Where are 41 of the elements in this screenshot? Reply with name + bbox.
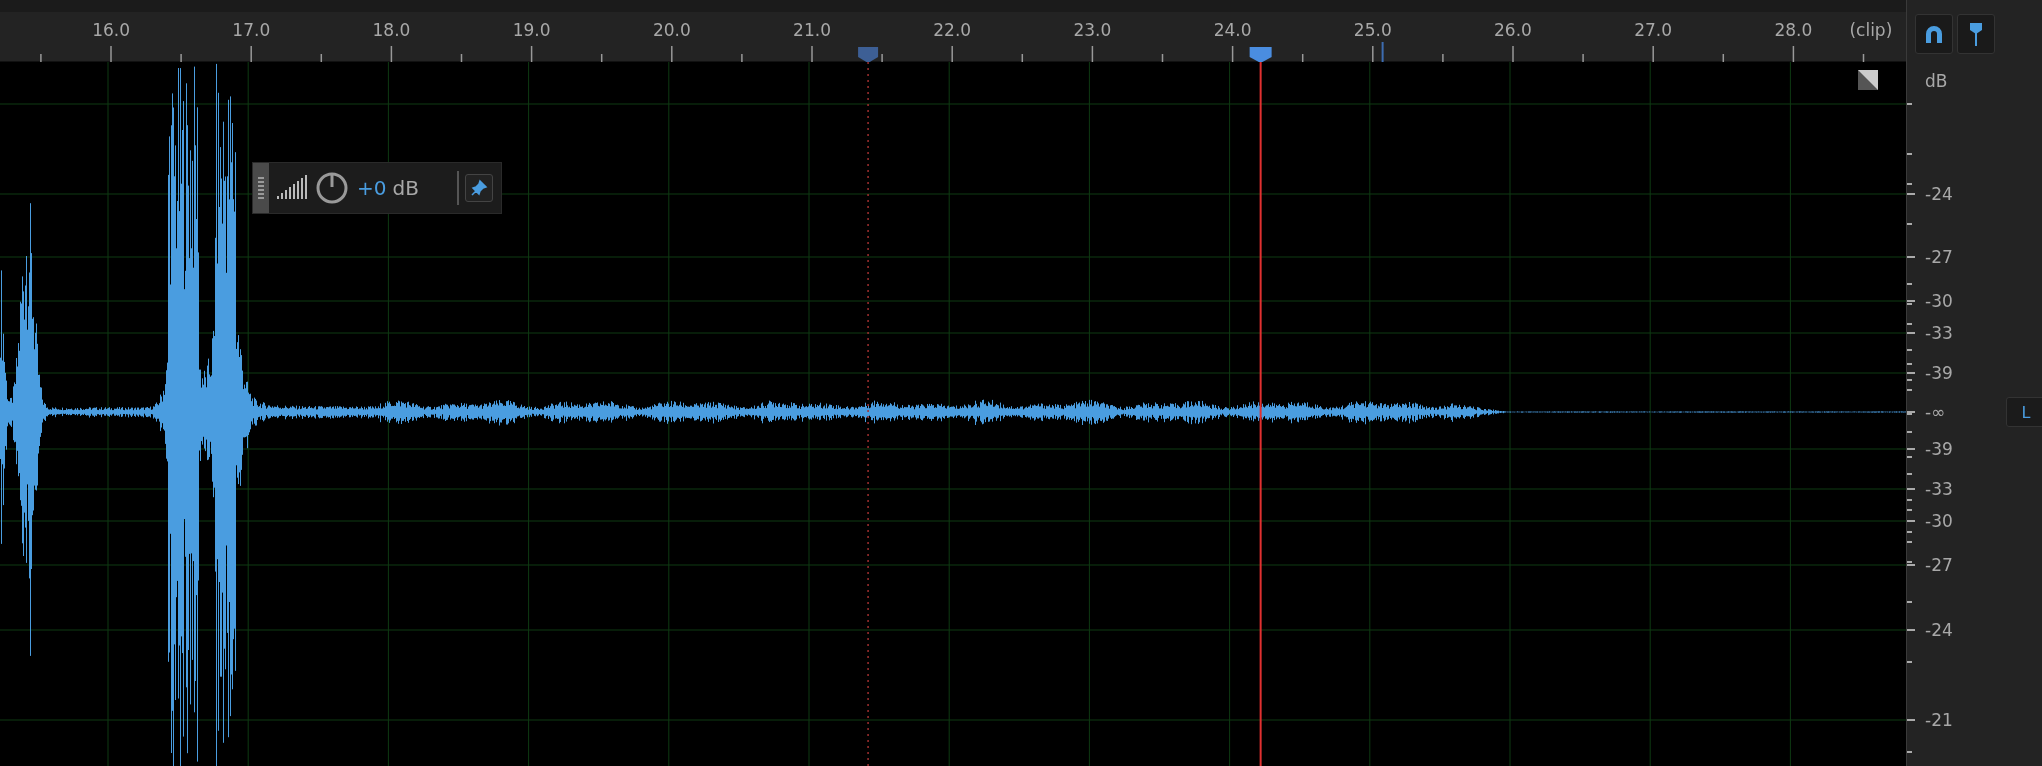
clip-label: (clip) <box>1849 20 1893 40</box>
waveform-panel[interactable]: +0 dB <box>0 62 1906 766</box>
gain-unit: dB <box>392 176 419 200</box>
db-label: -∞ <box>1925 403 1946 421</box>
pin-button[interactable] <box>465 174 493 202</box>
db-unit-label: dB <box>1925 72 1948 90</box>
time-label: 25.0 <box>1352 20 1393 40</box>
time-label: 19.0 <box>511 20 552 40</box>
time-label: 23.0 <box>1072 20 1113 40</box>
db-label: -33 <box>1925 480 1953 498</box>
time-label: 18.0 <box>371 20 412 40</box>
db-label: -24 <box>1925 185 1953 203</box>
channel-button[interactable]: L <box>2006 397 2042 427</box>
time-label: 20.0 <box>651 20 692 40</box>
time-ruler[interactable]: 16.0 17.0 18.0 19.0 20.0 21.0 22.0 23.0 24.0 25.0 26.0 27.0 28.0 (clip) <box>0 0 1906 62</box>
marker-button[interactable] <box>1957 14 1995 54</box>
db-label: -21 <box>1925 711 1953 729</box>
pin-icon <box>470 179 488 197</box>
level-bars-icon <box>277 175 307 201</box>
db-label: -27 <box>1925 248 1953 266</box>
db-label: -27 <box>1925 556 1953 574</box>
db-label: -24 <box>1925 621 1953 639</box>
db-label: -33 <box>1925 324 1953 342</box>
marker-pin-icon <box>1968 21 1984 47</box>
time-label: 21.0 <box>792 20 832 40</box>
db-label: -39 <box>1925 364 1953 382</box>
db-label: -30 <box>1925 512 1953 530</box>
snap-button[interactable] <box>1915 14 1953 54</box>
db-label: -39 <box>1925 440 1953 458</box>
time-label: 22.0 <box>932 20 973 40</box>
db-label: -30 <box>1925 292 1953 310</box>
time-label: 26.0 <box>1493 20 1533 40</box>
cursor-line <box>1381 41 1384 62</box>
time-label: 17.0 <box>231 20 272 40</box>
magnet-icon <box>1923 23 1945 45</box>
gain-value: +0 <box>357 176 387 200</box>
time-label: 16.0 <box>91 20 131 40</box>
grip-handle[interactable] <box>253 163 269 213</box>
volume-knob-icon[interactable] <box>315 171 349 205</box>
time-label: 24.0 <box>1212 20 1253 40</box>
time-label: 27.0 <box>1633 20 1674 40</box>
